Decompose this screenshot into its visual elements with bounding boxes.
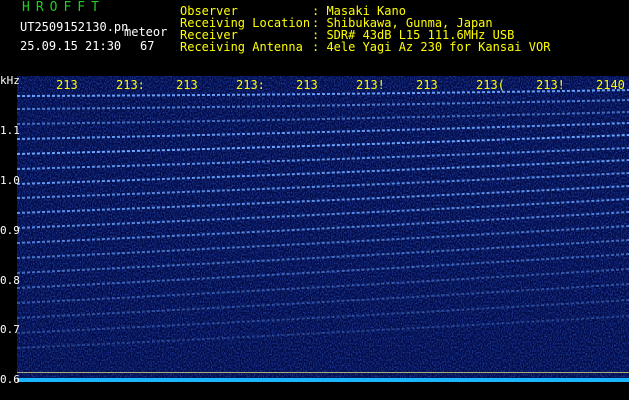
baseline-marker (17, 372, 629, 373)
y-tick-label: 0.9 (0, 224, 20, 237)
x-tick-label: 213 (56, 78, 78, 92)
x-tick-label: 213: (236, 78, 265, 92)
x-tick-label: 213: (116, 78, 145, 92)
count-label: 67 (140, 39, 155, 53)
y-tick-label: 1.0 (0, 174, 20, 187)
filename-label: UT2509152130.pn (20, 20, 129, 34)
x-tick-label: 213! (536, 78, 565, 92)
header-panel: HROFFT UT2509152130.pn meteor 25.09.15 2… (0, 0, 629, 74)
y-tick-label: 1.1 (0, 124, 20, 137)
axis-unit-label: kHz (0, 74, 20, 87)
x-tick-label: 213! (356, 78, 385, 92)
y-tick-label: 0.6 (0, 373, 20, 386)
x-tick-label: 2140 (596, 78, 625, 92)
spectrogram-canvas (17, 76, 629, 382)
info-antenna-label: Receiving Antenna (180, 40, 303, 54)
x-tick-label: 213 (416, 78, 438, 92)
app-title: HROFFT (22, 0, 105, 15)
info-antenna-value: : 4ele Yagi Az 230 for Kansai VOR (312, 40, 551, 54)
datetime-label: 25.09.15 21:30 (20, 39, 122, 53)
x-tick-label: 213 (176, 78, 198, 92)
x-tick-label: 213( (476, 78, 505, 92)
spectrogram-plot[interactable] (17, 76, 629, 382)
x-tick-label: 213 (296, 78, 318, 92)
mode-label: meteor (124, 25, 168, 39)
y-tick-label: 0.8 (0, 274, 20, 287)
bottom-band (17, 378, 629, 382)
y-tick-label: 0.7 (0, 323, 20, 336)
